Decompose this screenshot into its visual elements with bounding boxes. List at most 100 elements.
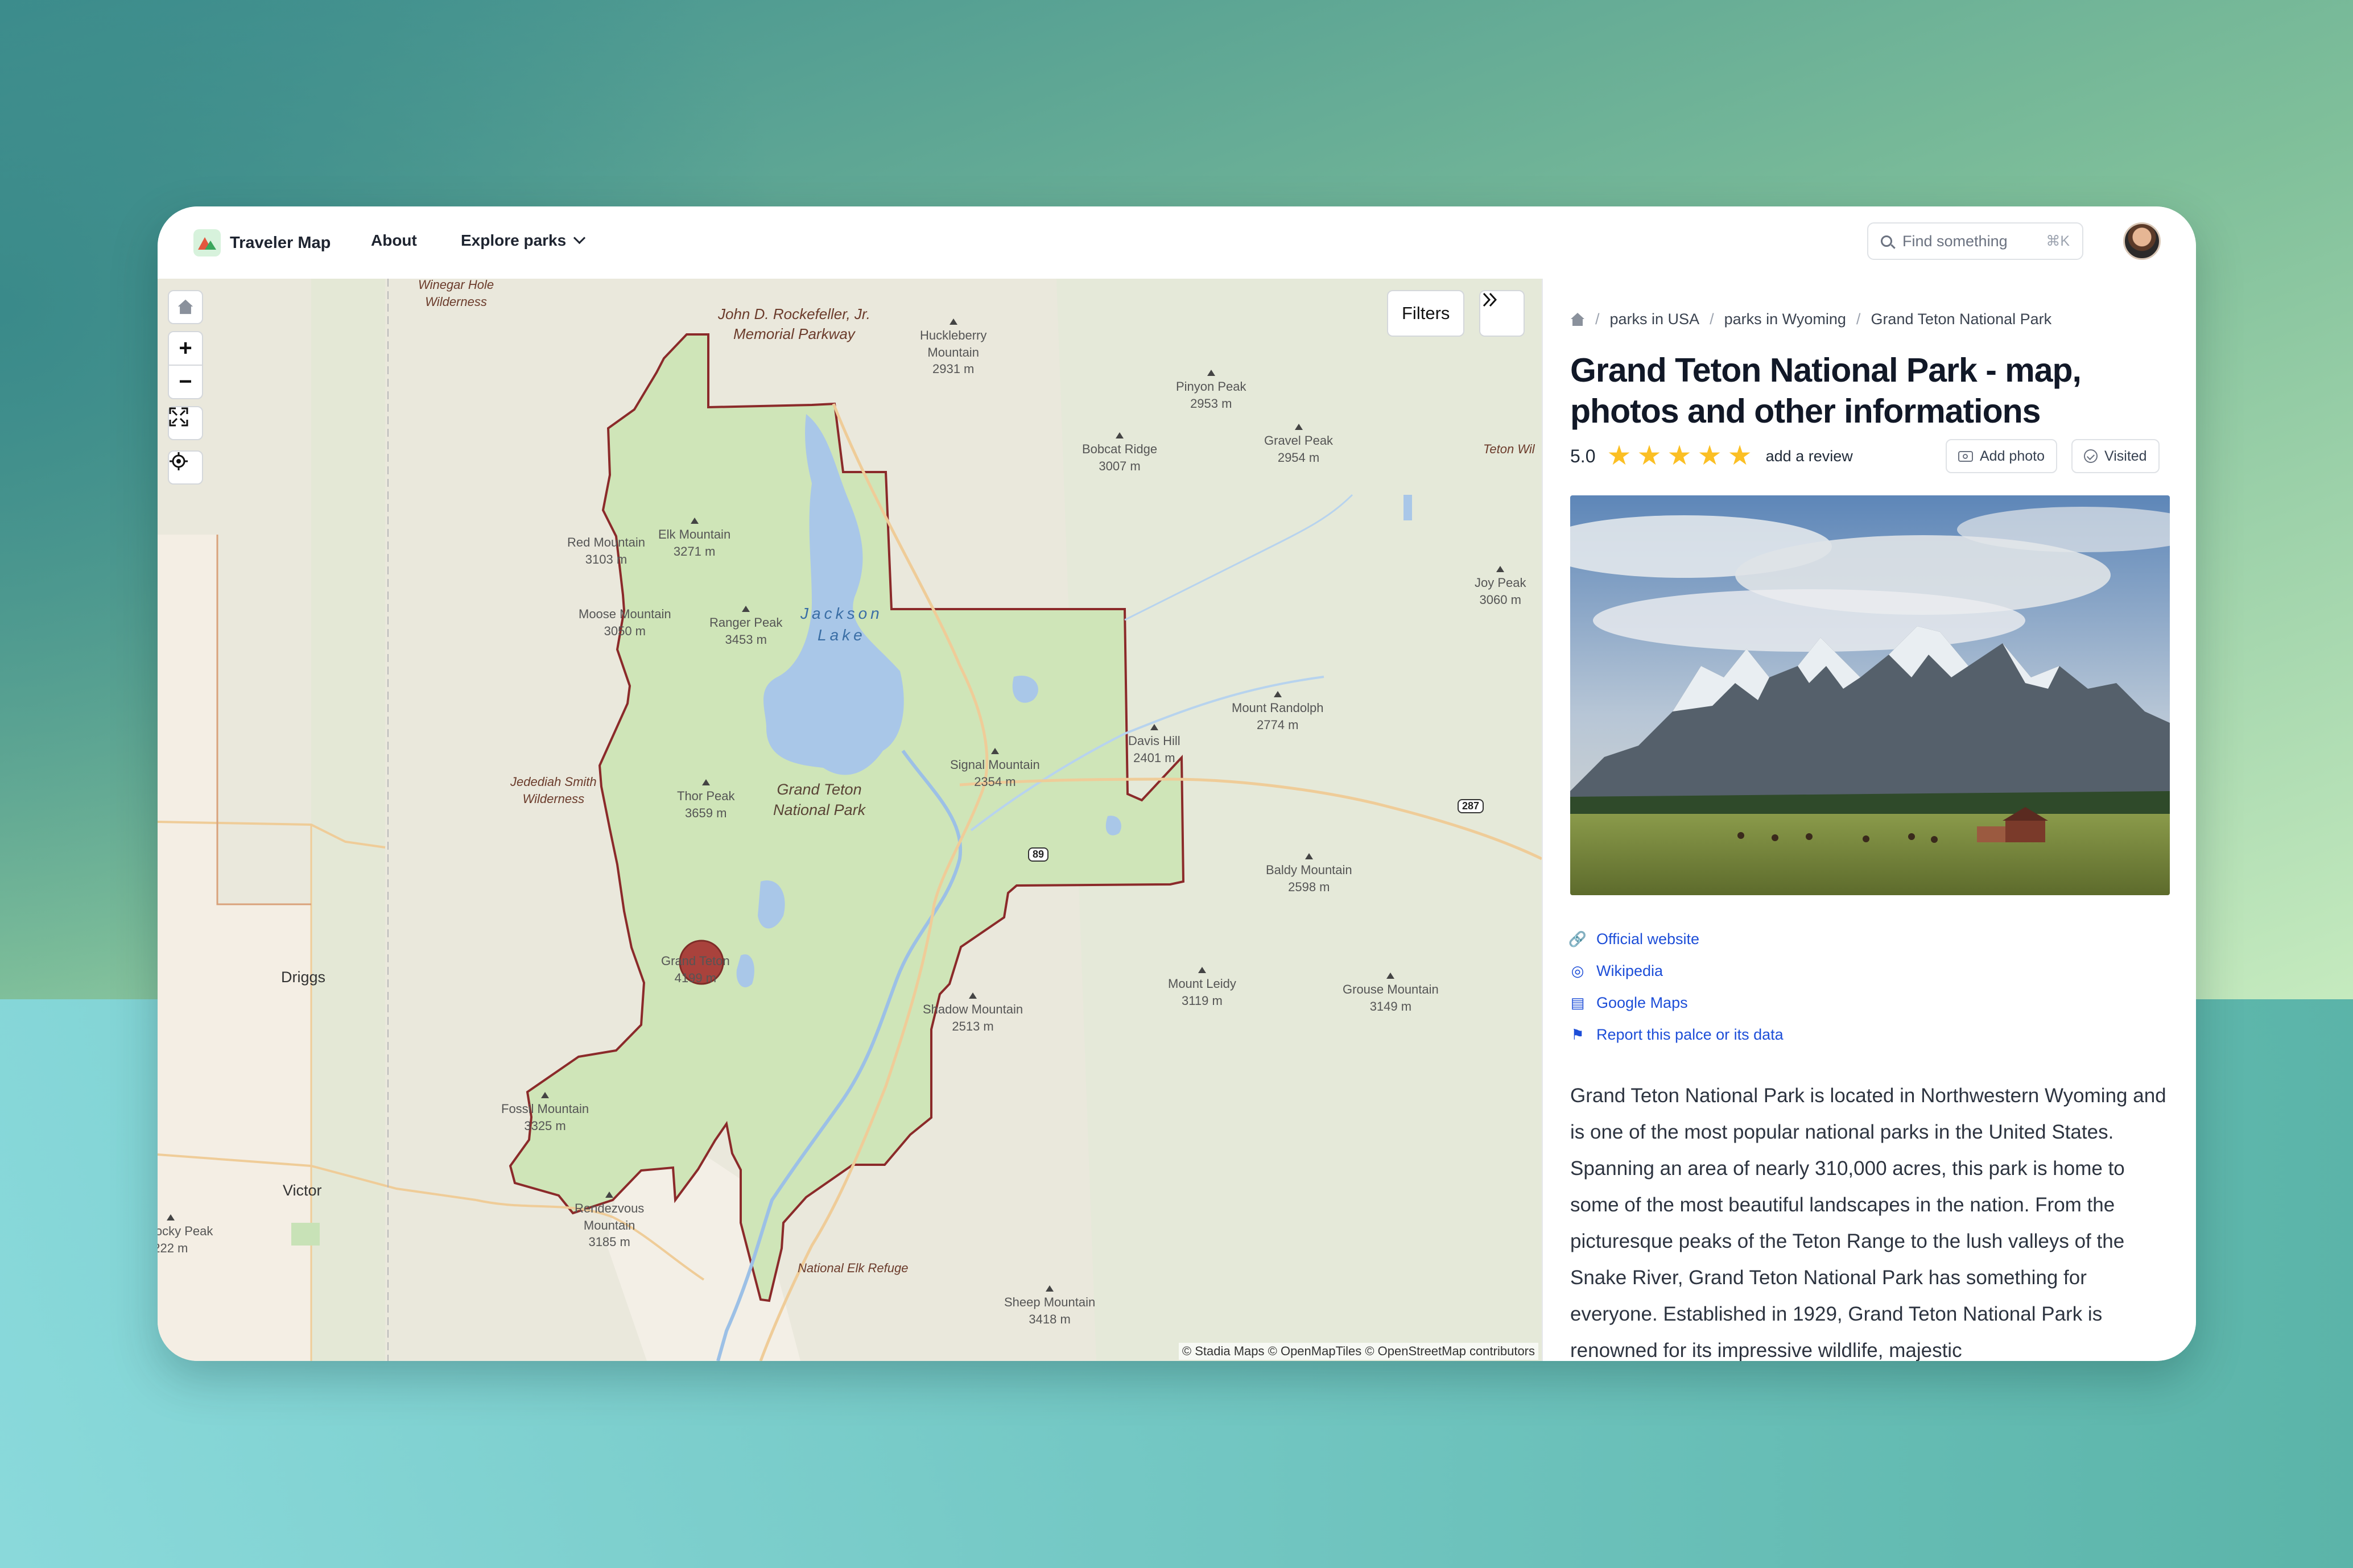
breadcrumb-separator: / [1595, 311, 1600, 328]
official-website-label: Official website [1596, 930, 1700, 948]
map-label-joy-peak: Joy Peak 3060 m [1475, 566, 1526, 608]
map-icon: ▤ [1570, 994, 1585, 1011]
map-label-teton-wilderness: Teton Wil [1483, 442, 1535, 456]
map-label-park-name: Grand Teton National Park [773, 781, 866, 819]
page-title: Grand Teton National Park - map, photos … [1570, 351, 2082, 430]
forest-border [216, 535, 311, 905]
star-icon[interactable]: ★ [1698, 442, 1722, 470]
park-detail-panel: / parks in USA / parks in Wyoming / Gran… [1542, 279, 2196, 1361]
zoom-in-button[interactable]: + [168, 332, 203, 365]
double-chevron-right-icon [1483, 292, 1497, 307]
map-label-mount-leidy: Mount Leidy 3119 m [1168, 967, 1236, 1009]
nav-explore-label: Explore parks [461, 231, 567, 249]
route-89-shield: 89 [1028, 847, 1049, 862]
breadcrumb-item-usa[interactable]: parks in USA [1610, 311, 1700, 328]
brand-name: Traveler Map [230, 233, 331, 252]
locate-icon [170, 452, 188, 470]
check-circle-icon [2084, 449, 2098, 463]
rating-row: 5.0 ★ ★ ★ ★ ★ add a review [1570, 442, 1853, 470]
home-icon [177, 299, 194, 315]
map-label-moose-mountain: Moose Mountain 3050 m [579, 607, 671, 638]
add-photo-label: Add photo [1980, 448, 2045, 464]
park-map[interactable]: Winegar Hole Wilderness John D. Rockefel… [158, 279, 1542, 1361]
star-icon[interactable]: ★ [1667, 442, 1692, 470]
map-label-rocky-peak: Rocky Peak 2222 m [158, 1214, 213, 1256]
nav-about-link[interactable]: About [371, 231, 417, 250]
small-lake-5 [1403, 495, 1412, 520]
fullscreen-icon [169, 407, 188, 427]
brand-link[interactable]: Traveler Map [193, 228, 331, 258]
map-label-elk-mountain: Elk Mountain 3271 m [658, 518, 730, 560]
map-label-thor-peak: Thor Peak 3659 m [677, 779, 735, 821]
brand-logo-icon [193, 229, 221, 256]
map-label-signal-mountain: Signal Mountain 2354 m [950, 748, 1040, 790]
rating-value: 5.0 [1570, 445, 1596, 466]
external-links: 🔗 Official website ◎ Wikipedia ▤ Google … [1568, 923, 1784, 1050]
official-website-link[interactable]: 🔗 Official website [1568, 923, 1784, 955]
zoom-control: + − [168, 331, 203, 399]
map-label-winegar: Winegar Hole Wilderness [418, 279, 494, 309]
breadcrumb-item-wyoming[interactable]: parks in Wyoming [1724, 311, 1846, 328]
globe-icon: ◎ [1571, 962, 1584, 979]
map-label-sheep-mountain: Sheep Mountain 3418 m [1004, 1285, 1095, 1327]
map-label-jedediah-smith: Jedediah Smith Wilderness [510, 775, 597, 806]
breadcrumb-home-icon[interactable] [1570, 312, 1585, 326]
camera-icon [1958, 450, 1973, 462]
map-label-victor: Victor [283, 1182, 322, 1199]
report-link[interactable]: ⚑ Report this palce or its data [1570, 1019, 1784, 1050]
star-icon[interactable]: ★ [1637, 442, 1662, 470]
map-home-button[interactable] [168, 290, 203, 324]
add-review-link[interactable]: add a review [1766, 448, 1853, 465]
map-label-huckleberry: Huckleberry Mountain 2931 m [920, 318, 986, 378]
zoom-out-button[interactable]: − [168, 366, 203, 398]
map-label-grouse-mountain: Grouse Mountain 3149 m [1343, 973, 1439, 1015]
search-box[interactable]: Find something ⌘K [1867, 222, 2083, 260]
forest-area-left [311, 279, 385, 1361]
chevron-down-icon [573, 231, 586, 245]
map-label-fossil-mountain: Fossil Mountain 3325 m [501, 1092, 589, 1134]
map-label-baldy-mountain: Baldy Mountain 2598 m [1266, 853, 1352, 895]
google-maps-label: Google Maps [1596, 994, 1688, 1011]
top-navigation-bar: Traveler Map About Explore parks Find so… [158, 206, 2196, 280]
breadcrumb-item-current: Grand Teton National Park [1871, 311, 2052, 328]
map-label-pinyon: Pinyon Peak 2953 m [1176, 370, 1246, 412]
nav-explore-parks-dropdown[interactable]: Explore parks [461, 231, 586, 250]
map-label-ranger-peak: Ranger Peak 3453 m [709, 606, 782, 648]
fullscreen-button[interactable] [168, 406, 203, 440]
map-label-mount-randolph: Mount Randolph 2774 m [1232, 691, 1323, 733]
map-label-red-mountain: Red Mountain 3103 m [567, 535, 645, 566]
google-maps-link[interactable]: ▤ Google Maps [1570, 987, 1784, 1019]
wikipedia-link[interactable]: ◎ Wikipedia [1570, 955, 1784, 987]
park-photo-image [1570, 495, 2170, 895]
map-label-davis-hill: Davis Hill 2401 m [1128, 724, 1180, 766]
report-label: Report this palce or its data [1596, 1025, 1784, 1043]
route-287-shield: 287 [1458, 799, 1484, 813]
park-photo[interactable] [1570, 495, 2170, 895]
expand-panel-button[interactable] [1479, 290, 1525, 337]
star-icon[interactable]: ★ [1607, 442, 1631, 470]
star-icon[interactable]: ★ [1728, 442, 1752, 470]
locate-me-button[interactable] [168, 450, 203, 485]
map-label-rendezvous: Rendezvous Mountain 3185 m [575, 1191, 644, 1251]
wikipedia-label: Wikipedia [1596, 962, 1663, 979]
visited-button[interactable]: Visited [2071, 439, 2160, 473]
flag-icon: ⚑ [1571, 1025, 1584, 1043]
map-label-driggs: Driggs [281, 969, 326, 986]
map-attribution[interactable]: © Stadia Maps © OpenMapTiles © OpenStree… [1178, 1343, 1538, 1360]
map-label-rockefeller: John D. Rockefeller, Jr. Memorial Parkwa… [718, 305, 870, 343]
add-photo-button[interactable]: Add photo [1946, 439, 2057, 473]
green-patch [291, 1223, 320, 1246]
map-label-elk-refuge: National Elk Refuge [798, 1261, 909, 1275]
app-window: Traveler Map About Explore parks Find so… [158, 206, 2196, 1361]
breadcrumb-separator: / [1710, 311, 1714, 328]
search-placeholder: Find something [1902, 232, 2008, 250]
user-avatar[interactable] [2123, 222, 2161, 260]
search-icon [1881, 235, 1892, 247]
search-shortcut-hint: ⌘K [2046, 233, 2070, 249]
map-label-gravel: Gravel Peak 2954 m [1264, 424, 1333, 466]
link-icon: 🔗 [1568, 930, 1587, 948]
park-description: Grand Teton National Park is located in … [1570, 1085, 2166, 1361]
breadcrumb-separator: / [1856, 311, 1861, 328]
map-label-bobcat: Bobcat Ridge 3007 m [1082, 432, 1157, 474]
filters-button[interactable]: Filters [1387, 290, 1465, 337]
